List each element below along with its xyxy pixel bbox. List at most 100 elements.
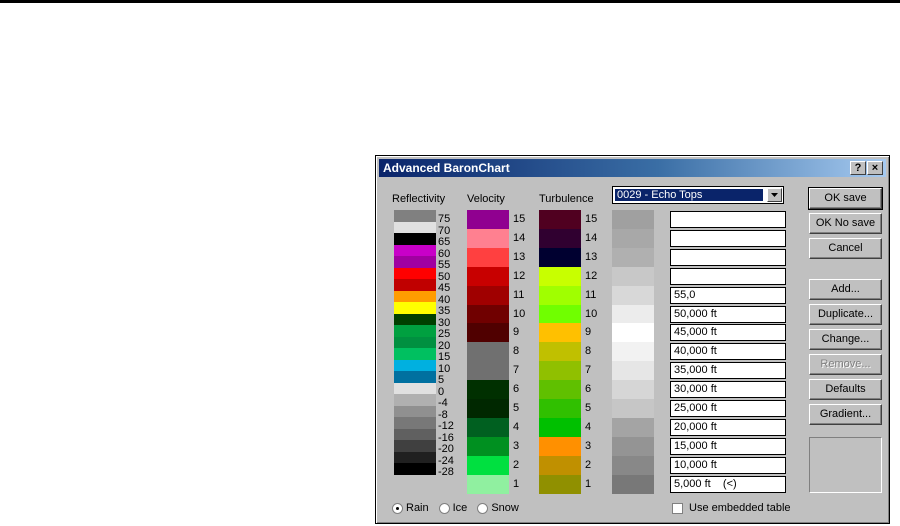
radio-ice-indicator[interactable] (438, 502, 450, 514)
reflectivity-swatch[interactable] (394, 371, 436, 383)
reflectivity-swatch[interactable] (394, 325, 436, 337)
reflectivity-swatch[interactable] (394, 279, 436, 291)
reflectivity-swatch[interactable] (394, 348, 436, 360)
velocity-swatch[interactable] (467, 361, 509, 381)
velocity-swatch[interactable] (467, 399, 509, 418)
echo-tops-value-field[interactable] (670, 229, 786, 247)
echo-tops-swatch[interactable] (612, 266, 654, 286)
reflectivity-swatch[interactable] (394, 382, 436, 395)
turbulence-swatch[interactable] (539, 210, 581, 229)
radio-snow-indicator[interactable] (477, 502, 489, 514)
turbulence-swatch[interactable] (539, 323, 581, 343)
gradient-button[interactable]: Gradient... (809, 404, 882, 425)
turbulence-swatch[interactable] (539, 380, 581, 400)
reflectivity-swatch[interactable] (394, 428, 436, 441)
echo-tops-value-field[interactable]: 15,000 ft (670, 437, 786, 455)
echo-tops-value-field[interactable]: 10,000 ft (670, 456, 786, 474)
velocity-swatch[interactable] (467, 266, 509, 286)
remove-button[interactable]: Remove... (809, 354, 882, 375)
echo-tops-value-field[interactable]: 45,000 ft (670, 324, 786, 342)
echo-tops-swatch[interactable] (612, 323, 654, 343)
velocity-swatch[interactable] (467, 210, 509, 229)
velocity-swatch[interactable] (467, 342, 509, 362)
echo-tops-swatch[interactable] (612, 304, 654, 324)
turbulence-swatch[interactable] (539, 436, 581, 456)
echo-tops-value-field[interactable]: 20,000 ft (670, 418, 786, 436)
turbulence-swatch[interactable] (539, 342, 581, 362)
radio-rain-indicator[interactable] (392, 502, 403, 514)
turbulence-swatch[interactable] (539, 361, 581, 381)
reflectivity-swatch[interactable] (394, 244, 436, 257)
help-button[interactable]: ? (850, 161, 866, 175)
velocity-swatch[interactable] (467, 455, 509, 475)
chevron-down-icon[interactable] (767, 188, 782, 202)
turbulence-swatch[interactable] (539, 304, 581, 324)
checkbox-box[interactable] (672, 502, 683, 514)
title-bar[interactable]: Advanced BaronChart ? × (379, 159, 886, 177)
change-button[interactable]: Change... (809, 329, 882, 350)
echo-tops-swatch[interactable] (612, 285, 654, 305)
velocity-swatch[interactable] (467, 285, 509, 305)
echo-tops-swatch[interactable] (612, 474, 654, 494)
reflectivity-swatch[interactable] (394, 417, 436, 429)
reflectivity-swatch[interactable] (394, 336, 436, 349)
reflectivity-swatch[interactable] (394, 394, 436, 406)
reflectivity-swatch[interactable] (394, 256, 436, 268)
radio-ice[interactable]: Ice (438, 502, 467, 514)
use-embedded-table-checkbox[interactable]: Use embedded table (672, 502, 791, 514)
turbulence-swatch[interactable] (539, 266, 581, 286)
echo-tops-value-field[interactable]: 50,000 ft (670, 305, 786, 323)
velocity-swatch[interactable] (467, 436, 509, 456)
reflectivity-swatch[interactable] (394, 440, 436, 452)
close-button[interactable]: × (867, 161, 883, 175)
velocity-swatch[interactable] (467, 474, 509, 494)
reflectivity-swatch[interactable] (394, 267, 436, 280)
echo-tops-swatch[interactable] (612, 417, 654, 437)
reflectivity-swatch[interactable] (394, 463, 436, 475)
echo-tops-swatch[interactable] (612, 380, 654, 400)
echo-tops-swatch[interactable] (612, 228, 654, 248)
velocity-swatch[interactable] (467, 228, 509, 248)
reflectivity-swatch[interactable] (394, 359, 436, 372)
reflectivity-swatch[interactable] (394, 290, 436, 303)
echo-tops-value-field[interactable]: 40,000 ft (670, 343, 786, 361)
velocity-swatch[interactable] (467, 417, 509, 437)
velocity-swatch[interactable] (467, 247, 509, 267)
echo-tops-value-field[interactable] (670, 267, 786, 285)
product-dropdown[interactable]: 0029 - Echo Tops (612, 186, 784, 204)
reflectivity-swatch[interactable] (394, 451, 436, 464)
echo-tops-value-field[interactable]: 35,000 ft (670, 362, 786, 380)
echo-tops-swatch[interactable] (612, 210, 654, 229)
echo-tops-value-field[interactable] (670, 248, 786, 266)
add-button[interactable]: Add... (809, 279, 882, 300)
echo-tops-swatch[interactable] (612, 361, 654, 381)
cancel-button[interactable]: Cancel (809, 238, 882, 259)
reflectivity-swatch[interactable] (394, 221, 436, 234)
echo-tops-value-field[interactable] (670, 211, 786, 228)
duplicate-button[interactable]: Duplicate... (809, 304, 882, 325)
reflectivity-swatch[interactable] (394, 210, 436, 222)
echo-tops-swatch[interactable] (612, 342, 654, 362)
reflectivity-swatch[interactable] (394, 405, 436, 418)
defaults-button[interactable]: Defaults (809, 379, 882, 400)
radio-snow[interactable]: Snow (477, 502, 519, 514)
echo-tops-value-field[interactable]: 55,0 (670, 286, 786, 304)
echo-tops-value-field[interactable]: 30,000 ft (670, 381, 786, 399)
echo-tops-swatch[interactable] (612, 399, 654, 418)
velocity-swatch[interactable] (467, 323, 509, 343)
turbulence-swatch[interactable] (539, 474, 581, 494)
velocity-swatch[interactable] (467, 380, 509, 400)
echo-tops-value-field[interactable]: 5,000 ft (<) (670, 475, 786, 493)
turbulence-swatch[interactable] (539, 285, 581, 305)
echo-tops-swatch[interactable] (612, 436, 654, 456)
velocity-swatch[interactable] (467, 304, 509, 324)
turbulence-swatch[interactable] (539, 399, 581, 418)
radio-rain[interactable]: Rain (392, 502, 429, 514)
turbulence-swatch[interactable] (539, 228, 581, 248)
turbulence-swatch[interactable] (539, 417, 581, 437)
ok-no-save-button[interactable]: OK No save (809, 213, 882, 234)
echo-tops-value-field[interactable]: 25,000 ft (670, 400, 786, 417)
echo-tops-swatch[interactable] (612, 247, 654, 267)
ok-save-button[interactable]: OK save (808, 187, 883, 210)
echo-tops-swatch[interactable] (612, 455, 654, 475)
